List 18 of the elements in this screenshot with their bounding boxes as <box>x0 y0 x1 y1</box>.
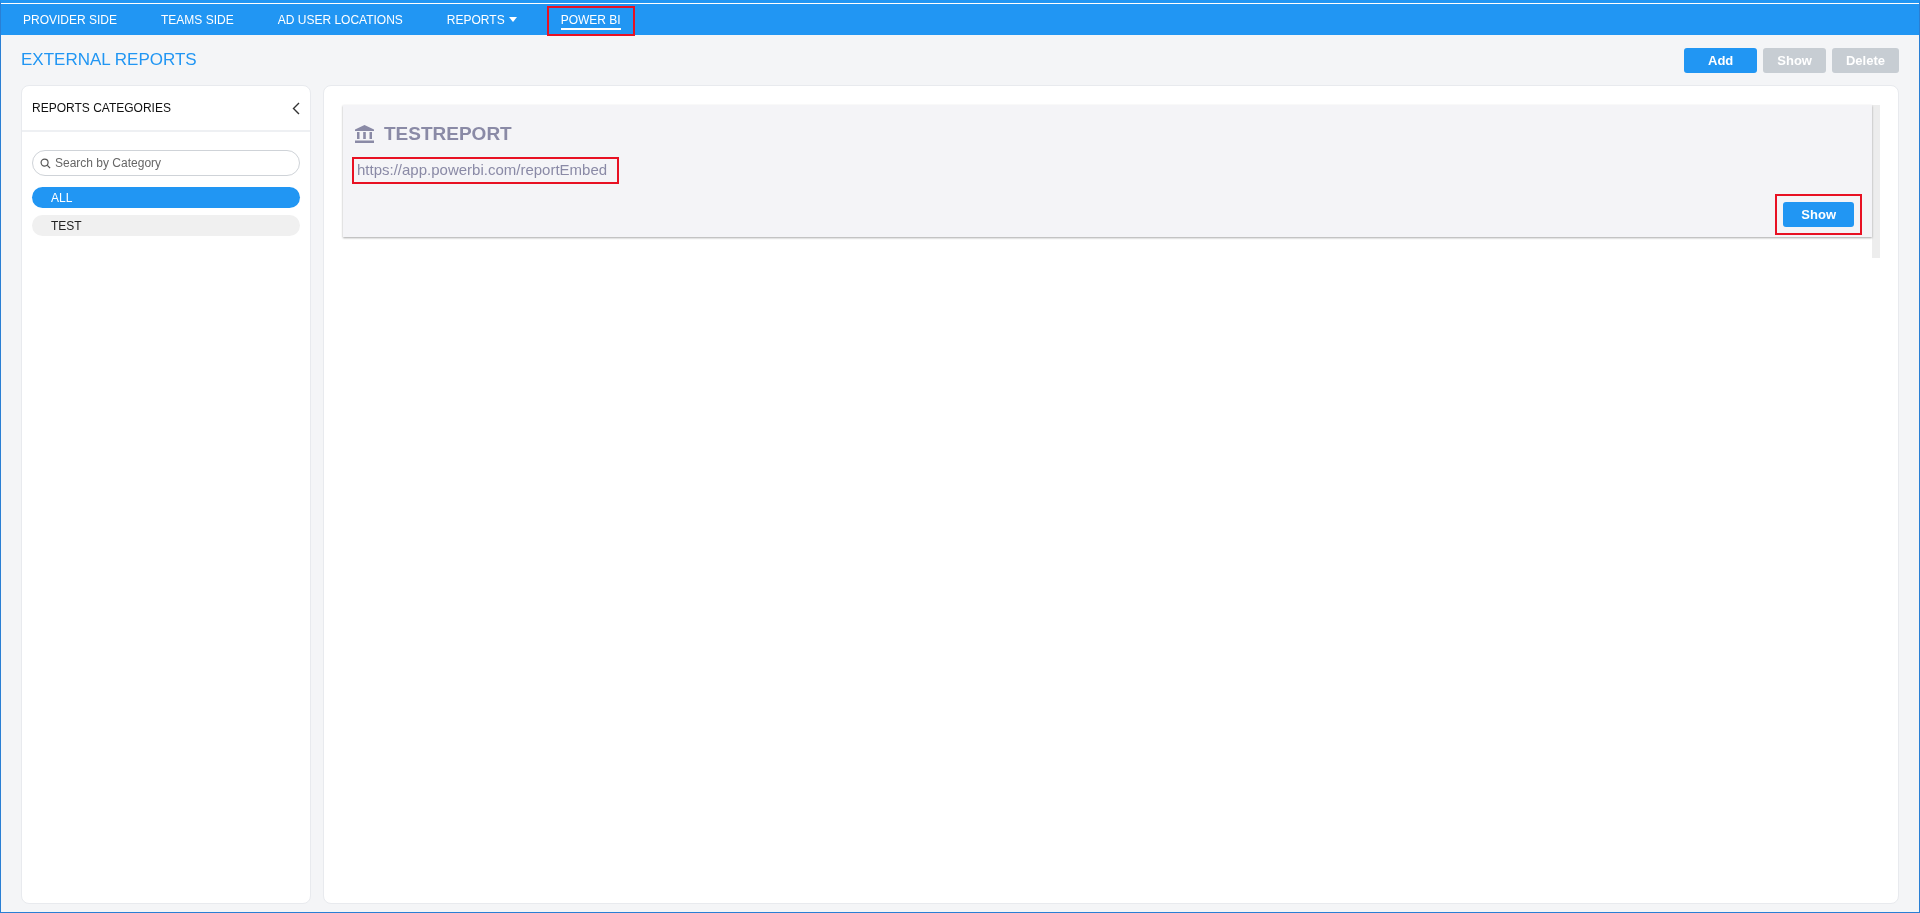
nav-tab[interactable]: POWER BI <box>560 8 621 30</box>
bank-icon <box>355 125 374 143</box>
nav-tab[interactable]: PROVIDER SIDE <box>23 8 118 30</box>
caret-icon <box>508 17 517 22</box>
category-item[interactable]: TEST <box>32 215 300 236</box>
report-title: TESTREPORT <box>384 123 512 145</box>
nav-tab[interactable]: AD USER LOCATIONS <box>277 8 403 30</box>
sidebar-title: REPORTS CATEGORIES <box>32 101 171 115</box>
page-title: EXTERNAL REPORTS <box>21 50 197 70</box>
report-url: https://app.powerbi.com/reportEmbed <box>352 157 620 184</box>
category-item[interactable]: ALL <box>32 187 300 208</box>
search-icon <box>40 158 51 169</box>
nav-tab[interactable]: TEAMS SIDE <box>161 8 234 30</box>
search-field[interactable]: Search by Category <box>32 150 300 176</box>
nav-tab[interactable]: REPORTS <box>446 8 517 30</box>
toolbar-button[interactable]: Add <box>1684 47 1758 73</box>
show-button[interactable]: Show <box>1783 202 1854 227</box>
collapse-chevron-icon[interactable] <box>292 101 300 115</box>
